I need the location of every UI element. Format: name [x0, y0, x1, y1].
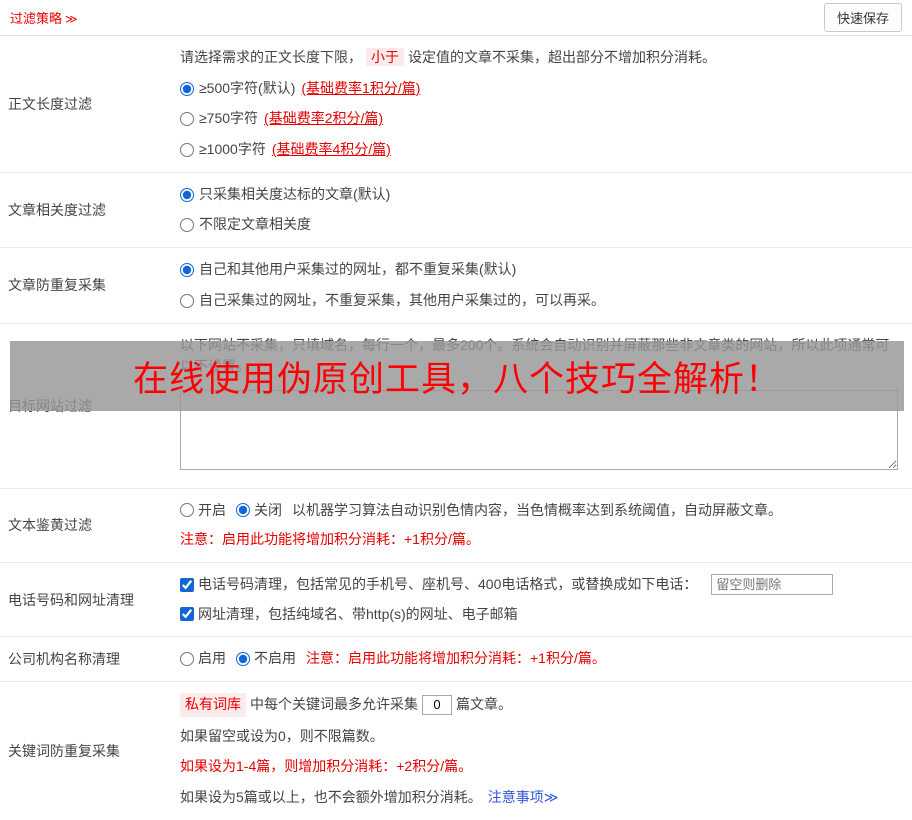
keyword-dedup-content: 私有词库 中每个关键词最多允许采集 篇文章。 如果留空或设为0，则不限篇数。 如…: [180, 682, 912, 820]
notes-link[interactable]: 注意事项≫: [488, 787, 559, 809]
body-length-desc: 请选择需求的正文长度下限，小于设定值的文章不采集，超出部分不增加积分消耗。: [180, 47, 902, 69]
radio-relevance-strict-label: 只采集相关度达标的文章(默认): [199, 184, 390, 206]
radio-option-500chars[interactable]: ≥500字符(默认) (基础费率1积分/篇): [180, 78, 902, 100]
row-relevance-filter: 文章相关度过滤 只采集相关度达标的文章(默认) 不限定文章相关度: [0, 173, 912, 248]
dedup-content: 自己和其他用户采集过的网址，都不重复采集(默认) 自己采集过的网址，不重复采集，…: [180, 248, 912, 322]
filter-strategy-page: 过滤策略≫ 快速保存 正文长度过滤 请选择需求的正文长度下限，小于设定值的文章不…: [0, 0, 912, 820]
checkbox-url-clean-label: 网址清理，包括纯域名、带http(s)的网址、电子邮箱: [198, 604, 518, 626]
checkbox-option-phone-clean[interactable]: 电话号码清理，包括常见的手机号、座机号、400电话格式，或替换成如下电话：: [180, 574, 697, 596]
radio-company-off-label: 不启用: [254, 648, 296, 670]
phone-cleanup-line: 电话号码清理，包括常见的手机号、座机号、400电话格式，或替换成如下电话：: [180, 574, 902, 596]
target-site-content: 以下网站不采集，只填域名，每行一个，最多200个。系统会自动识别并屏蔽那些非文章…: [180, 324, 912, 488]
radio-option-1000chars[interactable]: ≥1000字符 (基础费率4积分/篇): [180, 139, 902, 161]
radio-relevance-strict[interactable]: [180, 188, 194, 202]
radio-1000chars-label: ≥1000字符: [199, 139, 266, 161]
porn-filter-note: 注意：启用此功能将增加积分消耗：+1积分/篇。: [180, 529, 902, 551]
keyword-note-5plus: 如果设为5篇或以上，也不会额外增加积分消耗。 注意事项≫: [180, 787, 902, 809]
keyword-limit-line: 私有词库 中每个关键词最多允许采集 篇文章。: [180, 693, 902, 717]
radio-relevance-any[interactable]: [180, 218, 194, 232]
blocked-sites-textarea[interactable]: [180, 390, 898, 470]
checkbox-phone-clean[interactable]: [180, 578, 194, 592]
radio-500chars-label: ≥500字符(默认): [199, 78, 295, 100]
company-cleanup-note: 注意：启用此功能将增加积分消耗：+1积分/篇。: [306, 648, 606, 670]
dedup-label: 文章防重复采集: [0, 248, 180, 322]
page-title-text: 过滤策略: [10, 11, 62, 26]
porn-filter-content: 开启 关闭 以机器学习算法自动识别色情内容，当色情概率达到系统阈值，自动屏蔽文章…: [180, 489, 912, 562]
radio-company-on[interactable]: [180, 652, 194, 666]
radio-option-porn-on[interactable]: 开启: [180, 500, 226, 522]
company-cleanup-content: 启用 不启用 注意：启用此功能将增加积分消耗：+1积分/篇。: [180, 637, 912, 681]
replacement-phone-input[interactable]: [711, 574, 833, 595]
radio-option-porn-off[interactable]: 关闭: [236, 500, 282, 522]
keyword-limit-post: 篇文章。: [456, 694, 512, 716]
row-phone-url-cleanup: 电话号码和网址清理 电话号码清理，包括常见的手机号、座机号、400电话格式，或替…: [0, 563, 912, 637]
radio-dedup-self[interactable]: [180, 294, 194, 308]
checkbox-option-url-clean[interactable]: 网址清理，包括纯域名、带http(s)的网址、电子邮箱: [180, 604, 518, 626]
radio-500chars[interactable]: [180, 82, 194, 96]
porn-filter-label: 文本鉴黄过滤: [0, 489, 180, 562]
row-keyword-dedup: 关键词防重复采集 私有词库 中每个关键词最多允许采集 篇文章。 如果留空或设为0…: [0, 682, 912, 820]
radio-porn-off[interactable]: [236, 503, 250, 517]
target-site-label: 目标网站过滤: [0, 324, 180, 488]
page-header: 过滤策略≫ 快速保存: [0, 0, 912, 36]
row-body-length-filter: 正文长度过滤 请选择需求的正文长度下限，小于设定值的文章不采集，超出部分不增加积…: [0, 36, 912, 173]
keyword-limit-input[interactable]: [422, 695, 452, 715]
radio-1000chars[interactable]: [180, 143, 194, 157]
radio-option-relevance-any[interactable]: 不限定文章相关度: [180, 214, 902, 236]
radio-option-company-on[interactable]: 启用: [180, 648, 226, 670]
phone-cleanup-content: 电话号码清理，包括常见的手机号、座机号、400电话格式，或替换成如下电话： 网址…: [180, 563, 912, 636]
quick-save-button[interactable]: 快速保存: [824, 3, 902, 32]
checkbox-url-clean[interactable]: [180, 607, 194, 621]
phone-cleanup-label: 电话号码和网址清理: [0, 563, 180, 636]
keyword-note-zero: 如果留空或设为0，则不限篇数。: [180, 726, 902, 748]
radio-750chars-label: ≥750字符: [199, 108, 258, 130]
radio-750chars[interactable]: [180, 112, 194, 126]
radio-company-on-label: 启用: [198, 648, 226, 670]
company-cleanup-label: 公司机构名称清理: [0, 637, 180, 681]
radio-option-dedup-all[interactable]: 自己和其他用户采集过的网址，都不重复采集(默认): [180, 259, 902, 281]
keyword-limit-mid: 中每个关键词最多允许采集: [250, 694, 418, 716]
keyword-note-5plus-text: 如果设为5篇或以上，也不会额外增加积分消耗。: [180, 787, 482, 809]
body-length-content: 请选择需求的正文长度下限，小于设定值的文章不采集，超出部分不增加积分消耗。 ≥5…: [180, 36, 912, 172]
radio-relevance-any-label: 不限定文章相关度: [199, 214, 311, 236]
radio-option-company-off[interactable]: 不启用: [236, 648, 296, 670]
radio-porn-off-label: 关闭: [254, 500, 282, 522]
desc-post: 设定值的文章不采集，超出部分不增加积分消耗。: [408, 49, 716, 65]
radio-porn-on-label: 开启: [198, 500, 226, 522]
keyword-note-1to4: 如果设为1-4篇，则增加积分消耗：+2积分/篇。: [180, 756, 902, 778]
url-cleanup-line: 网址清理，包括纯域名、带http(s)的网址、电子邮箱: [180, 604, 902, 626]
porn-filter-desc: 以机器学习算法自动识别色情内容，当色情概率达到系统阈值，自动屏蔽文章。: [292, 500, 782, 522]
radio-dedup-self-label: 自己采集过的网址，不重复采集，其他用户采集过的，可以再采。: [199, 290, 605, 312]
private-lexicon-highlight: 私有词库: [180, 693, 246, 717]
radio-750chars-note: (基础费率2积分/篇): [264, 108, 383, 130]
body-length-label: 正文长度过滤: [0, 36, 180, 172]
radio-dedup-all[interactable]: [180, 263, 194, 277]
relevance-content: 只采集相关度达标的文章(默认) 不限定文章相关度: [180, 173, 912, 247]
relevance-label: 文章相关度过滤: [0, 173, 180, 247]
target-site-desc: 以下网站不采集，只填域名，每行一个，最多200个。系统会自动识别并屏蔽那些非文章…: [180, 335, 902, 378]
keyword-dedup-label: 关键词防重复采集: [0, 682, 180, 820]
radio-1000chars-note: (基础费率4积分/篇): [272, 139, 391, 161]
radio-porn-on[interactable]: [180, 503, 194, 517]
desc-pre: 请选择需求的正文长度下限，: [180, 49, 362, 65]
row-target-site-filter: 目标网站过滤 以下网站不采集，只填域名，每行一个，最多200个。系统会自动识别并…: [0, 324, 912, 489]
checkbox-phone-clean-label: 电话号码清理，包括常见的手机号、座机号、400电话格式，或替换成如下电话：: [198, 574, 697, 596]
radio-500chars-note: (基础费率1积分/篇): [301, 78, 420, 100]
radio-option-750chars[interactable]: ≥750字符 (基础费率2积分/篇): [180, 108, 902, 130]
row-porn-filter: 文本鉴黄过滤 开启 关闭 以机器学习算法自动识别色情内容，当色情概率达到系统阈值…: [0, 489, 912, 563]
radio-company-off[interactable]: [236, 652, 250, 666]
row-dedup-collect: 文章防重复采集 自己和其他用户采集过的网址，都不重复采集(默认) 自己采集过的网…: [0, 248, 912, 323]
collapse-arrow-icon: ≫: [65, 12, 78, 26]
lessthan-highlight: 小于: [366, 48, 404, 66]
radio-option-dedup-self[interactable]: 自己采集过的网址，不重复采集，其他用户采集过的，可以再采。: [180, 290, 902, 312]
row-company-name-cleanup: 公司机构名称清理 启用 不启用 注意：启用此功能将增加积分消耗：+1积分/篇。: [0, 637, 912, 682]
radio-dedup-all-label: 自己和其他用户采集过的网址，都不重复采集(默认): [199, 259, 516, 281]
radio-option-relevance-strict[interactable]: 只采集相关度达标的文章(默认): [180, 184, 902, 206]
page-title[interactable]: 过滤策略≫: [10, 8, 78, 27]
